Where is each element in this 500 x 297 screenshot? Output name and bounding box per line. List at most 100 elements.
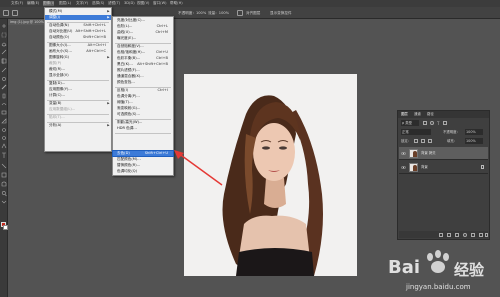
menu-apply-data-set[interactable]: 应用数据组(L)... — [45, 107, 111, 112]
menu-reveal-all[interactable]: 显示全部(V) — [45, 73, 111, 78]
flow-option[interactable]: 流量：100% — [208, 11, 229, 16]
menu-image[interactable]: 图像(I) — [43, 1, 55, 6]
lock-label: 锁定： — [401, 139, 412, 143]
fx-icon[interactable] — [447, 232, 451, 237]
new-layer-icon[interactable] — [479, 232, 483, 237]
menu-auto-tone[interactable]: 自动色调(N) Shift+Ctrl+L — [45, 23, 111, 28]
menu-window[interactable]: 窗口(W) — [153, 1, 167, 6]
adjustments-submenu: 亮度/对比度(C)... 色阶(L)... Ctrl+L 曲线(U)... Ctrl… — [112, 16, 174, 176]
menu-image-size[interactable]: 图像大小(I)... Alt+Ctrl+I — [45, 43, 111, 48]
layer-row-background[interactable]: 背景 — [399, 161, 488, 174]
tab-layers[interactable]: 图层 — [401, 111, 408, 118]
kind-filter[interactable]: ρ 类型 T — [399, 119, 488, 127]
show-transform-option[interactable]: 显示变换控件 — [270, 11, 292, 16]
menu-variables[interactable]: 变量(B) ▶ — [45, 101, 111, 106]
visibility-eye-icon[interactable] — [401, 151, 406, 156]
adj-equalize[interactable]: 色调均化(Q) — [113, 169, 173, 174]
menu-auto-color[interactable]: 自动颜色(O) Shift+Ctrl+B — [45, 35, 111, 40]
adj-channel-mixer[interactable]: 通道混合器(X)... — [113, 74, 173, 79]
adj-brightness-contrast[interactable]: 亮度/对比度(C)... — [113, 18, 173, 23]
link-layers-icon[interactable] — [439, 232, 443, 237]
adj-invert[interactable]: 反相(I) Ctrl+I — [113, 88, 173, 93]
adj-posterize[interactable]: 色调分离(P)... — [113, 94, 173, 99]
lock-pixels-icon[interactable] — [414, 139, 418, 143]
image-menu-dropdown: 模式(M) ▶ 调整(J) ▶ 自动色调(N) Shift+Ctrl+L 自动对比度(… — [44, 7, 112, 152]
layer-thumbnail — [409, 149, 418, 158]
menu-separator — [115, 118, 171, 119]
adj-gradient-map[interactable]: 渐变映射(G)... — [113, 106, 173, 111]
path-select-icon — [1, 163, 7, 169]
adj-hdr-toning[interactable]: HDR 色调... — [113, 126, 173, 131]
opacity-input[interactable]: 100% — [465, 129, 483, 135]
mask-icon[interactable] — [455, 232, 459, 237]
preset-icon[interactable] — [12, 10, 18, 16]
menu-analysis[interactable]: 分析(A) ▶ — [45, 123, 111, 128]
menu-file[interactable]: 文件(F) — [11, 1, 23, 6]
background-color-swatch[interactable] — [3, 225, 8, 230]
menu-type[interactable]: 文字(Y) — [76, 1, 88, 6]
align-layers-option[interactable]: 对齐图层 — [246, 11, 260, 16]
layers-panel: 图层 通道 路径 ρ 类型 T 正常 不透明度： 100% 锁定： 填充： 10… — [397, 110, 490, 240]
adj-photo-filter[interactable]: 照片滤镜(F)... — [113, 68, 173, 73]
menu-auto-contrast[interactable]: 自动对比度(U) Alt+Shift+Ctrl+L — [45, 29, 111, 34]
menu-adjustments[interactable]: 调整(J) ▶ — [45, 15, 111, 21]
lock-position-icon[interactable] — [421, 139, 425, 143]
menu-calculations[interactable]: 计算(C)... — [45, 93, 111, 98]
airbrush-icon[interactable] — [237, 10, 243, 16]
menu-separator — [47, 41, 109, 42]
watermark-brand-cn: 经验 — [454, 261, 485, 279]
move-tool-icon[interactable] — [3, 10, 9, 16]
adj-selective-color[interactable]: 可选颜色(S)... — [113, 112, 173, 117]
visibility-eye-icon[interactable] — [401, 165, 406, 170]
opacity-option[interactable]: 不透明度：100% — [178, 11, 206, 16]
adj-color-lookup[interactable]: 颜色查找... — [113, 80, 173, 85]
menu-separator — [47, 21, 109, 22]
menu-layer[interactable]: 图层(L) — [59, 1, 71, 6]
menu-image-rotation[interactable]: 图像旋转(G) ▶ — [45, 55, 111, 60]
adj-desaturate[interactable]: 去色(D) Shift+Ctrl+U — [112, 149, 174, 158]
tab-channels[interactable]: 通道 — [414, 111, 421, 118]
filter-shape-icon[interactable] — [443, 121, 447, 125]
adj-threshold[interactable]: 阈值(T)... — [113, 100, 173, 105]
menu-apply-image[interactable]: 应用图像(Y)... — [45, 87, 111, 92]
menu-filter[interactable]: 滤镜(T) — [108, 1, 120, 6]
fill-input[interactable]: 100% — [465, 138, 483, 144]
menu-3d[interactable]: 3D(D) — [124, 1, 135, 5]
menu-help[interactable]: 帮助(H) — [170, 1, 183, 6]
lock-all-icon[interactable] — [428, 139, 432, 143]
adj-black-white[interactable]: 黑白(K)... Alt+Shift+Ctrl+B — [113, 62, 173, 67]
group-icon[interactable] — [471, 232, 475, 237]
adj-color-balance[interactable]: 色彩平衡(B)... Ctrl+B — [113, 56, 173, 61]
filter-type-icon[interactable]: T — [437, 120, 439, 128]
menu-trim[interactable]: 裁切(R)... — [45, 67, 111, 72]
menu-duplicate[interactable]: 复制(D)... — [45, 81, 111, 86]
filter-pixel-icon[interactable] — [423, 121, 427, 125]
trash-icon[interactable] — [485, 232, 488, 237]
blend-mode-select[interactable]: 正常 — [401, 129, 431, 135]
layer-row-copy[interactable]: 背景 拷贝 — [399, 147, 488, 160]
adj-replace-color[interactable]: 替换颜色(R)... — [113, 163, 173, 168]
layer-thumbnail — [409, 163, 418, 172]
menu-select[interactable]: 选择(S) — [92, 1, 104, 6]
menu-view[interactable]: 视图(V) — [137, 1, 149, 6]
menu-mode[interactable]: 模式(M) ▶ — [45, 9, 111, 14]
filter-adjust-icon[interactable] — [430, 121, 434, 125]
menu-separator — [115, 132, 171, 133]
adj-hue-saturation[interactable]: 色相/饱和度(H)... Ctrl+U — [113, 50, 173, 55]
magic-wand-icon — [1, 49, 7, 55]
more-tools-icon — [1, 200, 7, 204]
adj-match-color[interactable]: 匹配颜色(M)... — [113, 157, 173, 162]
adj-exposure[interactable]: 曝光度(E)... — [113, 36, 173, 41]
adj-curves[interactable]: 曲线(U)... Ctrl+M — [113, 30, 173, 35]
menu-trap[interactable]: 陷印(T)... — [45, 115, 111, 120]
adj-shadows-highlights[interactable]: 阴影/高光(W)... — [113, 120, 173, 125]
adj-vibrance[interactable]: 自然饱和度(V)... — [113, 44, 173, 49]
menu-crop[interactable]: 裁剪(P) — [45, 61, 111, 66]
tab-paths[interactable]: 路径 — [427, 111, 434, 118]
adj-levels[interactable]: 色阶(L)... Ctrl+L — [113, 24, 173, 29]
menu-edit[interactable]: 编辑(E) — [27, 1, 39, 6]
layer-name: 背景 拷贝 — [421, 151, 436, 155]
menu-canvas-size[interactable]: 画布大小(S)... Alt+Ctrl+C — [45, 49, 111, 54]
adjustment-layer-icon[interactable] — [463, 232, 467, 237]
blur-icon — [2, 128, 6, 132]
